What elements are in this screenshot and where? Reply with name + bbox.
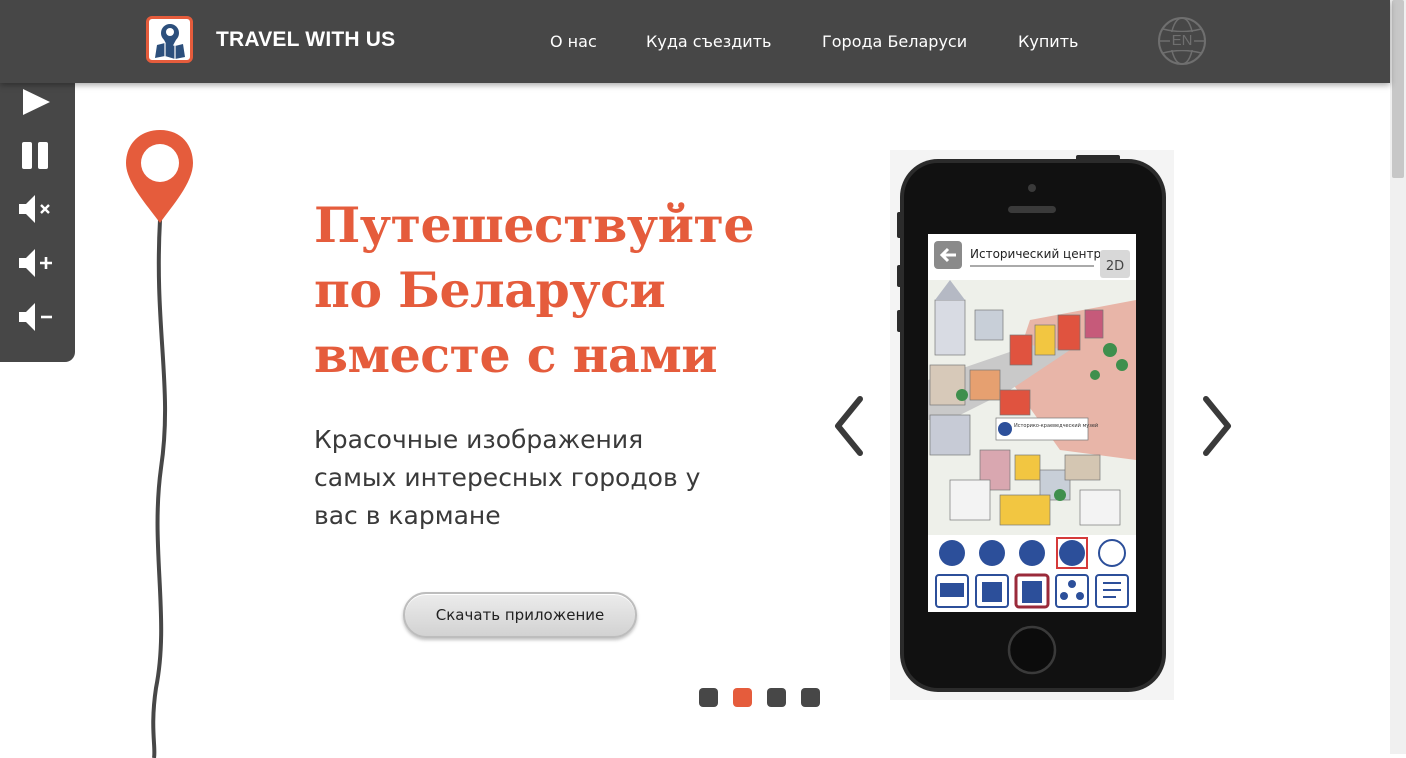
carousel-dot-active[interactable] <box>733 688 752 707</box>
pause-icon <box>22 142 48 169</box>
museum-label: Историко-краеведческий музей <box>1014 422 1098 429</box>
volume-up-button[interactable] <box>16 245 56 281</box>
screen-title: Исторический центр <box>970 247 1101 261</box>
carousel-next-arrow-icon[interactable] <box>1196 395 1236 457</box>
logo[interactable] <box>146 16 193 63</box>
map-pin-logo-icon <box>155 24 185 59</box>
map-pin-decoration-icon <box>126 130 193 758</box>
site-header: TRAVEL WITH US О нас Куда съездить Город… <box>0 0 1390 83</box>
mute-icon <box>19 195 50 223</box>
hero-subtitle-line: Красочные изображения <box>314 425 644 454</box>
carousel-dot[interactable] <box>767 688 786 707</box>
nav-buy[interactable]: Купить <box>1018 32 1078 51</box>
screen-mode-label: 2D <box>1106 259 1124 274</box>
volume-down-icon <box>19 303 52 331</box>
volume-up-icon <box>19 249 52 277</box>
nav-where-to-go[interactable]: Куда съездить <box>646 32 771 51</box>
carousel-dot[interactable] <box>699 688 718 707</box>
phone-mockup: Исторический центр 2D Историко-краеведче… <box>890 150 1174 700</box>
language-switcher[interactable]: EN <box>1157 16 1207 66</box>
nav-about[interactable]: О нас <box>550 32 597 51</box>
hero-title-line: вместе с нами <box>314 326 718 384</box>
carousel-dot[interactable] <box>801 688 820 707</box>
scrollbar-thumb[interactable] <box>1392 0 1404 178</box>
hero-subtitle-line: самых интересных городов у <box>314 463 701 492</box>
nav-cities[interactable]: Города Беларуси <box>822 32 967 51</box>
play-icon <box>23 89 50 115</box>
carousel-prev-arrow-icon[interactable] <box>830 395 870 457</box>
media-controls-panel <box>0 83 75 362</box>
download-app-button[interactable]: Скачать приложение <box>403 592 637 638</box>
hero-title: Путешествуйте по Беларуси вместе с нами <box>314 193 794 388</box>
hero-subtitle-line: вас в кармане <box>314 501 501 530</box>
mute-button[interactable] <box>16 191 56 227</box>
pause-button[interactable] <box>16 137 56 173</box>
language-label: EN <box>1171 32 1193 49</box>
hero-title-line: по Беларуси <box>314 261 666 319</box>
volume-down-button[interactable] <box>16 299 56 335</box>
hero-title-line: Путешествуйте <box>314 196 755 254</box>
hero-subtitle: Красочные изображения самых интересных г… <box>314 421 754 535</box>
play-button[interactable] <box>16 83 56 119</box>
brand-name[interactable]: TRAVEL WITH US <box>216 28 395 52</box>
